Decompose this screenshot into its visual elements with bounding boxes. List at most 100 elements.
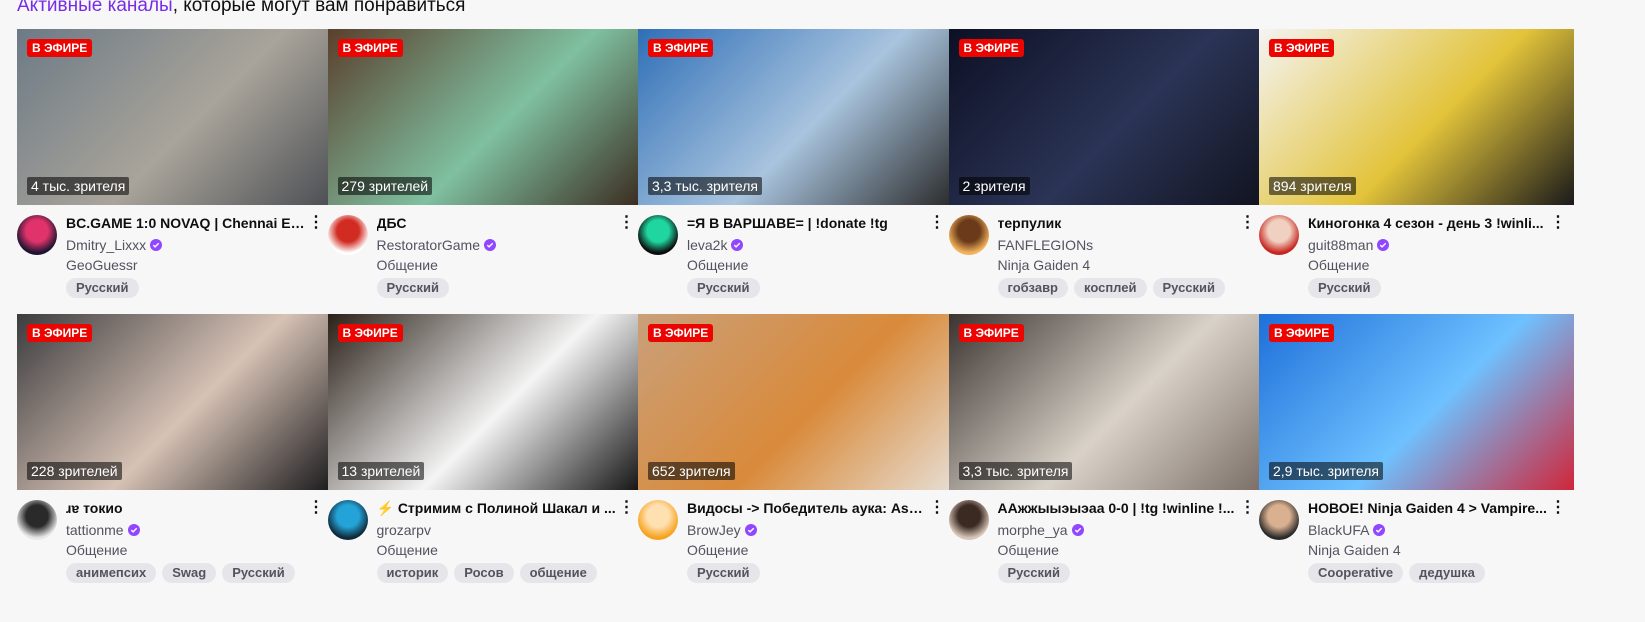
stream-thumbnail[interactable]: В ЭФИРЕ 3,3 тыс. зрителя (948, 314, 1264, 490)
tag-chip[interactable]: гобзавр (997, 278, 1068, 298)
stream-title[interactable]: терпулик (998, 214, 1238, 232)
category-link[interactable]: Ninja Gaiden 4 (998, 256, 1091, 274)
tag-chip[interactable]: Русский (66, 278, 139, 298)
stream-thumbnail[interactable]: В ЭФИРЕ 2,9 тыс. зрителя (1259, 314, 1574, 490)
tag-chip[interactable]: дедушка (1409, 563, 1485, 583)
stream-thumbnail[interactable]: В ЭФИРЕ 652 зрителя (638, 314, 953, 490)
category-link[interactable]: Общение (687, 256, 748, 274)
tag-chip[interactable]: анимепсих (66, 563, 157, 583)
more-options-icon[interactable]: ⋮ (1550, 214, 1566, 234)
channel-name-row[interactable]: leva2k (687, 236, 744, 254)
category-link[interactable]: GeoGuessr (66, 256, 138, 274)
avatar[interactable] (948, 215, 989, 255)
channel-name-row[interactable]: FANFLEGIONs (998, 236, 1094, 254)
channel-name[interactable]: guit88man (1308, 236, 1373, 254)
channel-name-row[interactable]: RestoratorGame (377, 236, 496, 254)
tag-chip[interactable]: общение (519, 563, 597, 583)
avatar[interactable] (1259, 215, 1299, 255)
more-options-icon[interactable]: ⋮ (929, 499, 945, 519)
tag-chip[interactable]: Русский (222, 563, 295, 583)
tag-chip[interactable]: Русский (997, 563, 1071, 583)
channel-name[interactable]: BlackUFA (1308, 521, 1369, 539)
category-link[interactable]: Общение (66, 541, 127, 559)
stream-thumbnail[interactable]: В ЭФИРЕ 3,3 тыс. зрителя (638, 29, 953, 205)
viewer-count: 4 тыс. зрителя (27, 177, 130, 195)
category-link[interactable]: Общение (377, 256, 438, 274)
tag-chip[interactable]: Русский (1152, 278, 1226, 298)
avatar[interactable] (17, 215, 57, 255)
stream-card[interactable]: В ЭФИРЕ 894 зрителя Киногонка 4 сезон - … (1259, 29, 1574, 321)
stream-thumbnail[interactable]: В ЭФИРЕ 279 зрителей (327, 29, 643, 205)
more-options-icon[interactable]: ⋮ (1240, 499, 1256, 519)
tag-chip[interactable]: Русский (1308, 278, 1381, 298)
channel-name-row[interactable]: tattionme (66, 521, 140, 539)
stream-card[interactable]: В ЭФИРЕ 13 зрителей ⚡ Стримим с Полиной … (327, 314, 643, 606)
stream-card[interactable]: В ЭФИРЕ 228 зрителей ɹɐ токио ⋮ tattionm… (17, 314, 332, 606)
channel-name-row[interactable]: Dmitry_Lixxx (66, 236, 163, 254)
channel-name-row[interactable]: BrowJey (687, 521, 757, 539)
channel-name[interactable]: BrowJey (687, 521, 741, 539)
stream-thumbnail[interactable]: В ЭФИРЕ 894 зрителя (1259, 29, 1574, 205)
avatar[interactable] (638, 215, 678, 255)
stream-title[interactable]: BC.GAME 1:0 NOVAQ | Chennai Es... (66, 214, 306, 232)
stream-title[interactable]: ДБС (377, 214, 617, 232)
avatar[interactable] (1259, 500, 1299, 540)
more-options-icon[interactable]: ⋮ (1550, 499, 1566, 519)
tag-chip[interactable]: Cooperative (1308, 563, 1404, 583)
tag-chip[interactable]: Русский (687, 278, 760, 298)
tag-chip[interactable]: Росов (454, 563, 514, 583)
verified-icon (744, 524, 757, 536)
tag-chip[interactable]: Русский (376, 278, 450, 298)
more-options-icon[interactable]: ⋮ (308, 214, 324, 234)
tag-chip[interactable]: Русский (687, 563, 760, 583)
stream-card[interactable]: В ЭФИРЕ 3,3 тыс. зрителя =Я В ВАРШАВЕ= |… (638, 29, 953, 321)
channel-name-row[interactable]: morphe_ya (998, 521, 1084, 539)
category-link[interactable]: Общение (998, 541, 1059, 559)
channel-name-row[interactable]: guit88man (1308, 236, 1390, 254)
stream-card[interactable]: В ЭФИРЕ 652 зрителя Видосы -> Победитель… (638, 314, 953, 606)
stream-title[interactable]: ɹɐ токио (66, 499, 306, 517)
avatar[interactable] (327, 500, 368, 540)
channel-name[interactable]: leva2k (687, 236, 727, 254)
channel-name[interactable]: Dmitry_Lixxx (66, 236, 146, 254)
stream-card[interactable]: В ЭФИРЕ 279 зрителей ДБС ⋮ RestoratorGam… (327, 29, 643, 321)
more-options-icon[interactable]: ⋮ (929, 214, 945, 234)
more-options-icon[interactable]: ⋮ (1240, 214, 1256, 234)
more-options-icon[interactable]: ⋮ (308, 499, 324, 519)
stream-card[interactable]: В ЭФИРЕ 2 зрителя терпулик ⋮ FANFLEGIONs… (948, 29, 1264, 321)
category-link[interactable]: Ninja Gaiden 4 (1308, 541, 1401, 559)
channel-name-row[interactable]: grozarpv (377, 521, 431, 539)
stream-thumbnail[interactable]: В ЭФИРЕ 2 зрителя (948, 29, 1264, 205)
channel-name-row[interactable]: BlackUFA (1308, 521, 1386, 539)
avatar[interactable] (638, 500, 678, 540)
avatar[interactable] (948, 500, 989, 540)
stream-card[interactable]: В ЭФИРЕ 2,9 тыс. зрителя НОВОЕ! Ninja Ga… (1259, 314, 1574, 606)
channel-name[interactable]: tattionme (66, 521, 124, 539)
stream-title[interactable]: Видосы -> Победитель аука: Ass... (687, 499, 927, 517)
stream-thumbnail[interactable]: В ЭФИРЕ 13 зрителей (327, 314, 643, 490)
avatar[interactable] (327, 215, 368, 255)
stream-thumbnail[interactable]: В ЭФИРЕ 228 зрителей (17, 314, 332, 490)
avatar[interactable] (17, 500, 57, 540)
active-channels-link[interactable]: Активные каналы (17, 0, 173, 16)
stream-card[interactable]: В ЭФИРЕ 4 тыс. зрителя BC.GAME 1:0 NOVAQ… (17, 29, 332, 321)
stream-title[interactable]: =Я В ВАРШАВЕ= | !donate !tg (687, 214, 927, 232)
channel-name[interactable]: FANFLEGIONs (998, 236, 1094, 254)
channel-name[interactable]: grozarpv (377, 521, 431, 539)
channel-name[interactable]: morphe_ya (998, 521, 1068, 539)
more-options-icon[interactable]: ⋮ (619, 499, 635, 519)
category-link[interactable]: Общение (687, 541, 748, 559)
tag-chip[interactable]: косплей (1074, 278, 1147, 298)
category-link[interactable]: Общение (377, 541, 438, 559)
stream-title[interactable]: НОВОЕ! Ninja Gaiden 4 > Vampire... (1308, 499, 1548, 517)
stream-title[interactable]: ⚡ Стримим с Полиной Шакал и ... (377, 499, 617, 517)
stream-thumbnail[interactable]: В ЭФИРЕ 4 тыс. зрителя (17, 29, 332, 205)
category-link[interactable]: Общение (1308, 256, 1369, 274)
tag-chip[interactable]: Swag (162, 563, 217, 583)
stream-title[interactable]: ААжжыыэыэаа 0-0 | !tg !winline !... (998, 499, 1238, 517)
stream-title[interactable]: Киногонка 4 сезон - день 3 !winli... (1308, 214, 1548, 232)
channel-name[interactable]: RestoratorGame (377, 236, 480, 254)
tag-chip[interactable]: историк (376, 563, 449, 583)
stream-card[interactable]: В ЭФИРЕ 3,3 тыс. зрителя ААжжыыэыэаа 0-0… (948, 314, 1264, 606)
more-options-icon[interactable]: ⋮ (619, 214, 635, 234)
